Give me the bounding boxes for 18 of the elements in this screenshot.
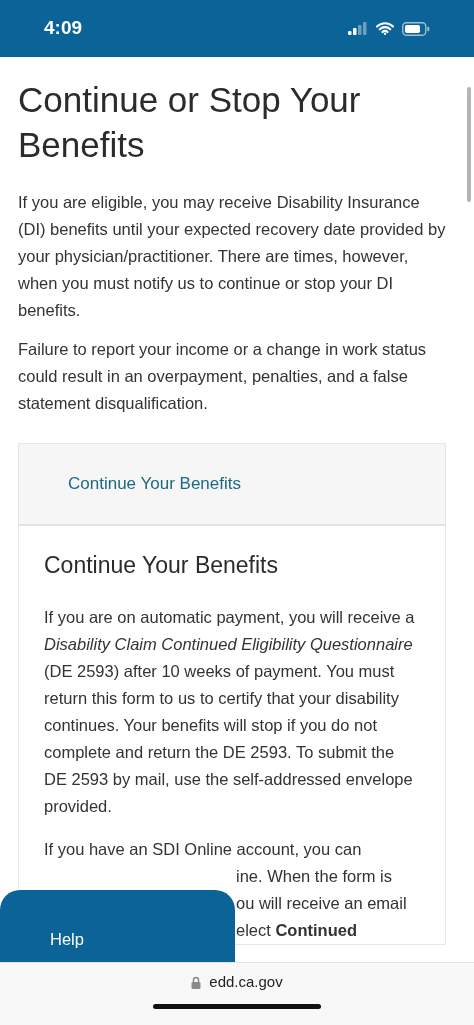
paragraph-line: If you have an SDI Online account, you can: [44, 838, 363, 860]
signal-icon: [348, 22, 368, 35]
lock-icon: [191, 975, 202, 989]
paragraph: If you are on automatic payment, you will receive a Disability Claim Continued Eligibility Questionnaire (DE 2593) after 10 weeks of payment. You must return this form to us to certify that your disability continues. Your benefits will stop if you do not complete and return the DE 2593. To submit the DE 2593 by mail, use the self-addressed envelope provided.: [44, 606, 416, 817]
paragraph: Failure to report your income or a change in work status could result in an overpayment, penalties, and a false statement disqualification.: [18, 339, 428, 414]
battery-icon: [402, 21, 430, 36]
page-heading: Continue or Stop Your Benefits: [18, 79, 362, 166]
help-button[interactable]: Help: [0, 890, 235, 962]
url-text[interactable]: edd.ca.gov: [209, 971, 283, 994]
accordion-link[interactable]: Continue Your Benefits: [68, 471, 241, 497]
paragraph-fragment: ine. When the form is: [236, 866, 392, 885]
section-heading: Continue Your Benefits: [44, 552, 279, 580]
paragraph-fragment: elect Continued: [236, 920, 357, 939]
paragraph: If you are eligible, you may receive Disability Insurance (DI) benefits until your expected recovery date provided by your physician/practitioner. There are times, however, when you must notify us to continue or stop your DI benefits.: [18, 192, 446, 321]
status-time: 4:09: [44, 16, 83, 41]
paragraph-fragment: ou will receive an email: [236, 893, 407, 912]
wifi-icon: [376, 22, 394, 35]
accordion-header[interactable]: Continue Your Benefits: [19, 444, 445, 526]
